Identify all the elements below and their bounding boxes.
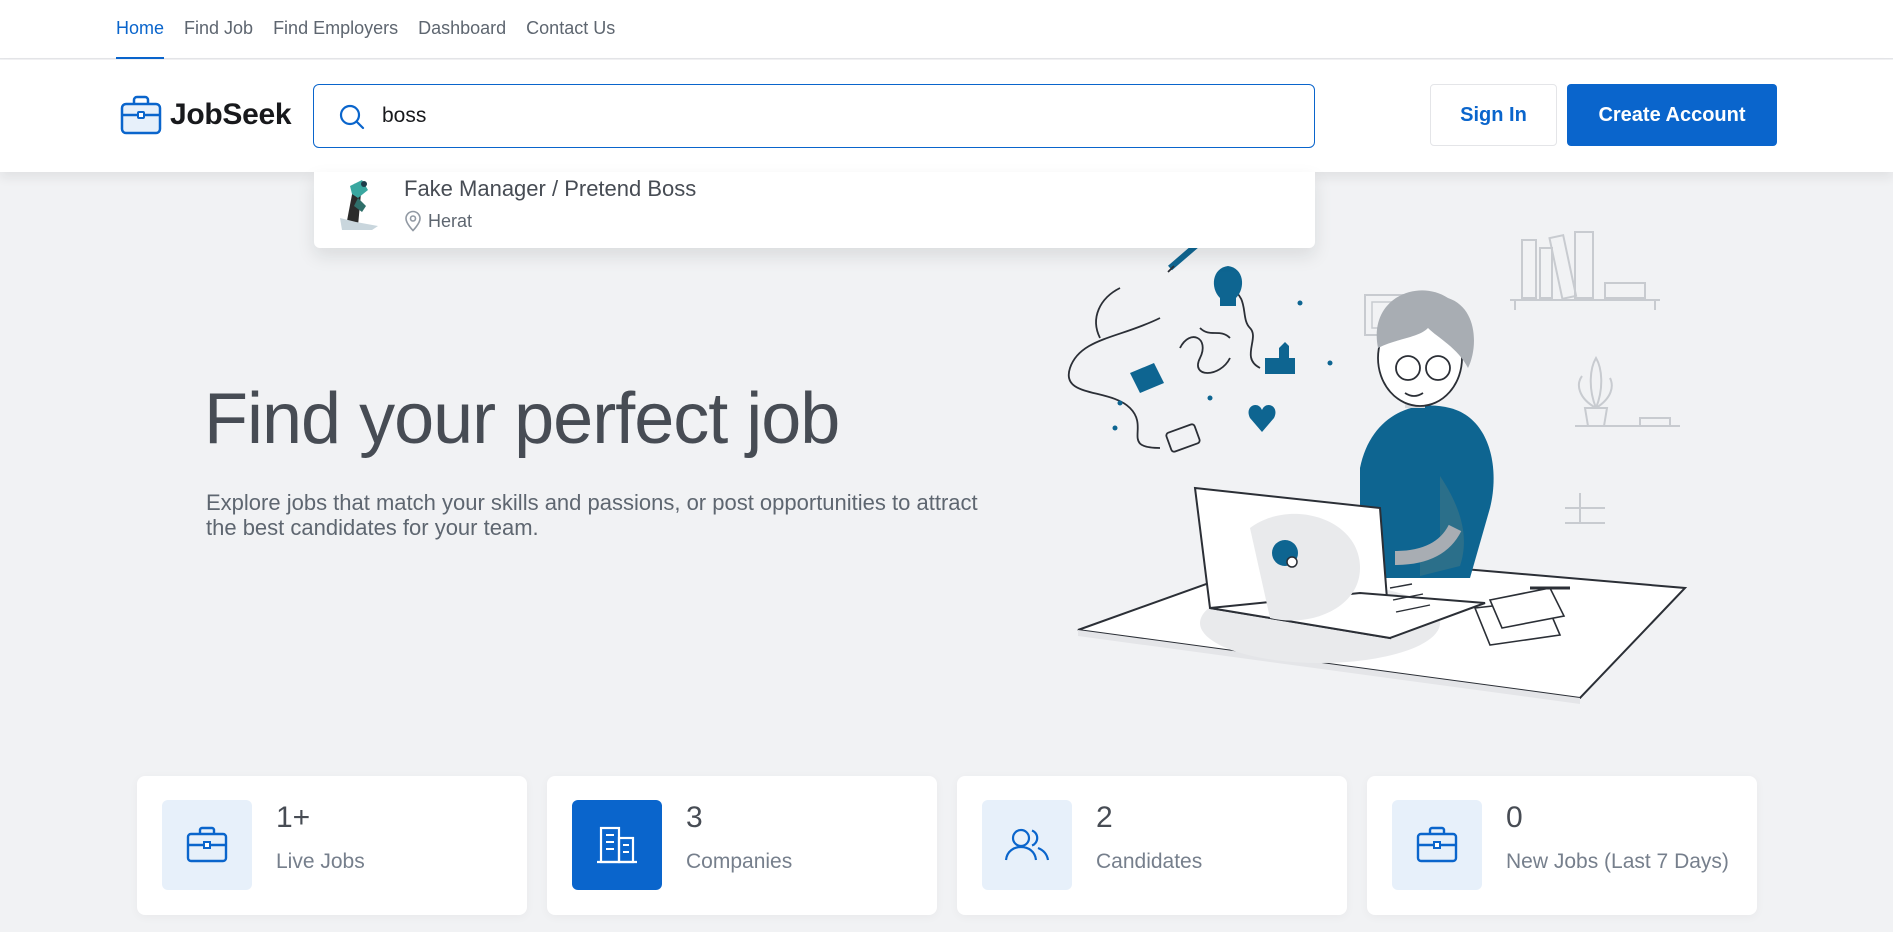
search-result-item[interactable]: Fake Manager / Pretend Boss Herat — [314, 172, 1315, 248]
stat-value: 0 — [1506, 801, 1523, 834]
job-thumbnail-image — [332, 176, 384, 230]
briefcase-icon — [1392, 800, 1482, 890]
hero-illustration — [1067, 228, 1688, 704]
nav-list: Home Find Job Find Employers Dashboard C… — [116, 0, 635, 59]
hero-subtitle: Explore jobs that match your skills and … — [206, 490, 978, 540]
nav-item-dashboard[interactable]: Dashboard — [418, 0, 506, 59]
search-icon — [339, 104, 365, 130]
search-input[interactable] — [382, 85, 1282, 146]
stat-value: 1+ — [276, 801, 311, 834]
stat-card-new-jobs: 0 New Jobs (Last 7 Days) — [1367, 776, 1757, 915]
stat-value: 2 — [1096, 801, 1113, 834]
logo-text: JobSeek — [170, 98, 292, 131]
stat-card-companies: 3 Companies — [547, 776, 937, 915]
nav-item-contact-us[interactable]: Contact Us — [526, 0, 615, 59]
map-pin-icon — [405, 210, 421, 232]
result-title: Fake Manager / Pretend Boss — [404, 176, 697, 201]
briefcase-logo-icon — [120, 95, 162, 135]
nav-item-find-job[interactable]: Find Job — [184, 0, 253, 59]
hero-title: Find your perfect job — [204, 379, 840, 459]
users-icon — [982, 800, 1072, 890]
create-account-button[interactable]: Create Account — [1567, 84, 1777, 146]
stat-card-live-jobs: 1+ Live Jobs — [137, 776, 527, 915]
result-location-text: Herat — [428, 210, 473, 231]
logo[interactable]: JobSeek — [120, 95, 292, 135]
search-box[interactable] — [313, 84, 1315, 148]
buildings-icon — [572, 800, 662, 890]
briefcase-icon — [162, 800, 252, 890]
nav-item-find-employers[interactable]: Find Employers — [273, 0, 398, 59]
top-nav: Home Find Job Find Employers Dashboard C… — [0, 0, 1893, 59]
stat-label: Candidates — [1096, 850, 1203, 873]
stat-value: 3 — [686, 801, 703, 834]
search-results-dropdown: Fake Manager / Pretend Boss Herat — [314, 172, 1315, 248]
stat-label: Companies — [686, 850, 793, 873]
result-location: Herat — [404, 210, 472, 232]
main-header: JobSeek Sign In Create Account — [0, 60, 1893, 172]
stat-card-candidates: 2 Candidates — [957, 776, 1347, 915]
nav-item-home[interactable]: Home — [116, 0, 165, 59]
stat-label: Live Jobs — [276, 850, 365, 873]
stat-label: New Jobs (Last 7 Days) — [1506, 850, 1729, 873]
sign-in-button[interactable]: Sign In — [1430, 84, 1557, 146]
